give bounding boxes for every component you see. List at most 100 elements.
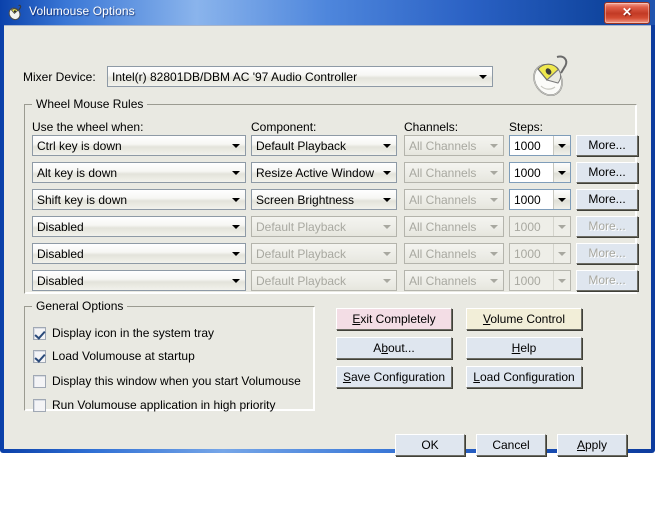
rule-3-wheel-combobox[interactable]: Shift key is down: [32, 189, 246, 210]
rule-5-wheel-combobox[interactable]: Disabled: [32, 243, 246, 264]
rule-2-component-combobox[interactable]: Resize Active Window: [251, 162, 397, 183]
chevron-down-icon: [379, 244, 396, 263]
rule-5-channels-combobox-value: All Channels: [409, 247, 477, 261]
rule-5-more-button: More...: [576, 243, 638, 264]
rule-2-wheel-combobox[interactable]: Alt key is down: [32, 162, 246, 183]
help-label: elp: [520, 341, 537, 355]
rule-6-channels-combobox: All Channels: [404, 270, 504, 291]
rule-4-steps-combobox-value: 1000: [514, 220, 541, 234]
cancel-label: Cancel: [492, 438, 530, 452]
chevron-down-icon: [486, 163, 503, 182]
checkbox-checked-icon[interactable]: [33, 327, 46, 340]
rule-1-channels-combobox: All Channels: [404, 135, 504, 156]
exit-completely-label: xit Completely: [360, 312, 436, 326]
rule-1-component-combobox-value: Default Playback: [256, 139, 347, 153]
rule-5-channels-combobox: All Channels: [404, 243, 504, 264]
chevron-down-icon[interactable]: [475, 67, 492, 86]
rule-6-component-combobox: Default Playback: [251, 270, 397, 291]
rule-4-channels-combobox-value: All Channels: [409, 220, 477, 234]
rule-2-wheel-combobox-value: Alt key is down: [37, 166, 118, 180]
rule-6-channels-combobox-value: All Channels: [409, 274, 477, 288]
rule-3-component-combobox[interactable]: Screen Brightness: [251, 189, 397, 210]
title-bar[interactable]: Volumouse Options ✕: [0, 0, 655, 25]
rule-5-steps-combobox-value: 1000: [514, 247, 541, 261]
chevron-down-icon[interactable]: [379, 190, 396, 209]
rule-2-more-button[interactable]: More...: [576, 162, 638, 183]
rule-2-more-label: More...: [588, 165, 626, 179]
rule-5-component-combobox: Default Playback: [251, 243, 397, 264]
column-header-steps: Steps:: [509, 120, 544, 134]
chevron-down-icon: [486, 136, 503, 155]
rule-3-steps-combobox-value: 1000: [514, 193, 541, 207]
general-option-label-1: Display icon in the system tray: [52, 326, 215, 340]
load-configuration-label: oad Configuration: [479, 370, 575, 384]
chevron-down-icon: [553, 244, 570, 263]
volume-control-label: olume Control: [490, 312, 566, 326]
rule-4-wheel-combobox[interactable]: Disabled: [32, 216, 246, 237]
rule-6-wheel-combobox[interactable]: Disabled: [32, 270, 246, 291]
chevron-down-icon[interactable]: [228, 271, 245, 290]
rule-5-wheel-combobox-value: Disabled: [37, 247, 84, 261]
apply-label: pply: [585, 438, 608, 452]
mixer-device-value: Intel(r) 82801DB/DBM AC '97 Audio Contro…: [112, 70, 358, 84]
checkbox-unchecked-icon[interactable]: [33, 399, 46, 412]
rule-3-more-button[interactable]: More...: [576, 189, 638, 210]
rule-6-wheel-combobox-value: Disabled: [37, 274, 84, 288]
rule-6-steps-combobox: 1000: [509, 270, 571, 291]
chevron-down-icon: [379, 217, 396, 236]
rule-2-steps-combobox-value: 1000: [514, 166, 541, 180]
ok-button[interactable]: OK: [395, 434, 465, 456]
chevron-down-icon[interactable]: [228, 190, 245, 209]
rule-1-steps-combobox[interactable]: 1000: [509, 135, 571, 156]
chevron-down-icon: [486, 271, 503, 290]
load-configuration-button[interactable]: Load Configuration: [466, 366, 582, 388]
cancel-button[interactable]: Cancel: [476, 434, 546, 456]
chevron-down-icon[interactable]: [228, 136, 245, 155]
save-configuration-button[interactable]: Save Configuration: [336, 366, 452, 388]
rule-3-channels-combobox-value: All Channels: [409, 193, 477, 207]
rule-4-more-button: More...: [576, 216, 638, 237]
volumouse-mouse-icon: [533, 55, 568, 96]
chevron-down-icon[interactable]: [553, 136, 570, 155]
chevron-down-icon: [486, 244, 503, 263]
help-button[interactable]: Help: [466, 337, 582, 359]
general-option-label-3: Display this window when you start Volum…: [52, 374, 301, 388]
checkbox-unchecked-icon[interactable]: [33, 375, 46, 388]
rule-1-channels-combobox-value: All Channels: [409, 139, 477, 153]
rule-1-component-combobox[interactable]: Default Playback: [251, 135, 397, 156]
chevron-down-icon[interactable]: [553, 163, 570, 182]
mixer-device-combobox[interactable]: Intel(r) 82801DB/DBM AC '97 Audio Contro…: [107, 66, 493, 87]
volume-control-button[interactable]: Volume Control: [466, 308, 582, 330]
rule-2-steps-combobox[interactable]: 1000: [509, 162, 571, 183]
about-label-post: out...: [388, 341, 415, 355]
ok-label: OK: [421, 438, 439, 452]
rule-3-wheel-combobox-value: Shift key is down: [37, 193, 128, 207]
chevron-down-icon[interactable]: [228, 244, 245, 263]
rule-1-more-button[interactable]: More...: [576, 135, 638, 156]
apply-button[interactable]: Apply: [557, 434, 627, 456]
chevron-down-icon[interactable]: [553, 190, 570, 209]
column-header-wheel: Use the wheel when:: [32, 120, 144, 134]
general-option-label-2: Load Volumouse at startup: [52, 349, 195, 363]
chevron-down-icon[interactable]: [379, 163, 396, 182]
rule-1-wheel-combobox[interactable]: Ctrl key is down: [32, 135, 246, 156]
general-option-label-4: Run Volumouse application in high priori…: [52, 398, 276, 412]
save-configuration-label: ave Configuration: [350, 370, 446, 384]
exit-completely-button[interactable]: Exit Completely: [336, 308, 452, 330]
chevron-down-icon[interactable]: [379, 136, 396, 155]
close-button[interactable]: ✕: [604, 2, 650, 24]
rule-2-channels-combobox: All Channels: [404, 162, 504, 183]
window-title: Volumouse Options: [29, 4, 135, 18]
mouse-icon: [8, 4, 22, 21]
rule-6-more-button: More...: [576, 270, 638, 291]
rule-1-more-label: More...: [588, 138, 626, 152]
rule-5-more-label: More...: [588, 246, 626, 260]
rule-4-steps-combobox: 1000: [509, 216, 571, 237]
about-button[interactable]: About...: [336, 337, 452, 359]
checkbox-checked-icon[interactable]: [33, 350, 46, 363]
rule-3-steps-combobox[interactable]: 1000: [509, 189, 571, 210]
chevron-down-icon[interactable]: [228, 163, 245, 182]
chevron-down-icon[interactable]: [228, 217, 245, 236]
rule-4-component-combobox-value: Default Playback: [256, 220, 347, 234]
volumouse-options-window: Volumouse Options ✕ Mixer Device: Intel(…: [0, 0, 655, 456]
